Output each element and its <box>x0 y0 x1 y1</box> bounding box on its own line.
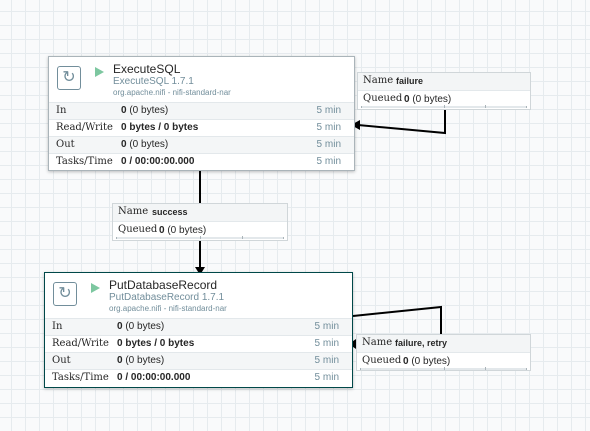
processor-type: PutDatabaseRecord 1.7.1 <box>109 292 225 303</box>
queued-count: 0 <box>159 225 165 236</box>
queued-detail: (0 bytes) <box>167 225 207 236</box>
stat-time: 5 min <box>314 355 339 366</box>
stat-time: 5 min <box>314 338 339 349</box>
stat-row-out: Out 0 (0 bytes) 5 min <box>45 352 352 369</box>
connection-queued-row: Queued 0 (0 bytes) <box>113 222 287 239</box>
connection-queued-label: Queued <box>118 224 158 235</box>
connection-queued-label: Queued <box>363 93 403 104</box>
stat-label: Out <box>56 139 75 150</box>
stat-row-in: In 0 (0 bytes) 5 min <box>45 318 352 335</box>
stat-label: Read/Write <box>52 338 109 349</box>
connection-name-label: Name <box>362 337 393 348</box>
stat-label: Out <box>52 355 71 366</box>
running-icon <box>91 283 100 293</box>
stat-row-tasks-time: Tasks/Time 0 / 00:00:00.000 5 min <box>45 369 352 386</box>
queue-bar <box>360 367 527 370</box>
connection-name: failure <box>396 76 424 86</box>
stat-row-tasks-time: Tasks/Time 0 / 00:00:00.000 5 min <box>49 153 354 170</box>
processor-name: PutDatabaseRecord <box>109 278 218 292</box>
stat-time: 5 min <box>316 156 341 167</box>
processor-header: ↻ PutDatabaseRecord PutDatabaseRecord 1.… <box>45 273 352 318</box>
queued-count: 0 <box>404 94 410 105</box>
running-icon <box>95 67 104 77</box>
stat-count: 0 <box>121 139 127 150</box>
processor-bundle: org.apache.nifi - nifi-standard-nar <box>113 88 231 97</box>
queued-detail: (0 bytes) <box>412 94 452 105</box>
connection-failure-retry[interactable]: Name failure, retry Queued 0 (0 bytes) <box>356 334 531 371</box>
connection-name-label: Name <box>363 75 394 86</box>
connection-name-row: Name failure, retry <box>357 335 530 353</box>
connection-name-row: Name failure <box>358 73 530 91</box>
stat-label: In <box>52 321 63 332</box>
processor-icon: ↻ <box>57 66 81 90</box>
stat-count: 0 <box>117 321 123 332</box>
processor-bundle: org.apache.nifi - nifi-standard-nar <box>109 304 227 313</box>
connection-queued-row: Queued 0 (0 bytes) <box>357 353 530 370</box>
stat-time: 5 min <box>314 372 339 383</box>
stat-row-in: In 0 (0 bytes) 5 min <box>49 102 354 119</box>
connection-name: failure, retry <box>395 338 448 348</box>
queued-count: 0 <box>403 356 409 367</box>
processor-name: ExecuteSQL <box>113 62 181 76</box>
processor-putdatabaserecord[interactable]: ↻ PutDatabaseRecord PutDatabaseRecord 1.… <box>44 272 353 388</box>
processor-type: ExecuteSQL 1.7.1 <box>113 76 194 87</box>
connection-name-row: Name success <box>113 204 287 222</box>
stat-detail: (0 bytes) <box>125 355 165 366</box>
processor-icon: ↻ <box>53 282 77 306</box>
stat-time: 5 min <box>316 122 341 133</box>
stat-row-read-write: Read/Write 0 bytes / 0 bytes 5 min <box>49 119 354 136</box>
stat-label: Tasks/Time <box>56 156 113 167</box>
connection-queued-label: Queued <box>362 355 402 366</box>
failure-connection-line <box>357 108 446 135</box>
connection-failure[interactable]: Name failure Queued 0 (0 bytes) <box>357 72 531 110</box>
stat-detail: (0 bytes) <box>129 105 169 116</box>
stat-count: 0 bytes / 0 bytes <box>121 122 199 133</box>
queued-detail: (0 bytes) <box>411 356 451 367</box>
stat-count: 0 <box>117 355 123 366</box>
stat-count: 0 bytes / 0 bytes <box>117 338 195 349</box>
stat-detail: (0 bytes) <box>129 139 169 150</box>
stat-count: 0 / 00:00:00.000 <box>117 372 191 383</box>
stat-label: In <box>56 105 67 116</box>
processor-header: ↻ ExecuteSQL ExecuteSQL 1.7.1 org.apache… <box>49 57 354 102</box>
connection-queued-row: Queued 0 (0 bytes) <box>358 91 530 108</box>
stat-detail: (0 bytes) <box>125 321 165 332</box>
stat-row-read-write: Read/Write 0 bytes / 0 bytes 5 min <box>45 335 352 352</box>
connection-name: success <box>152 207 188 217</box>
stat-row-out: Out 0 (0 bytes) 5 min <box>49 136 354 153</box>
stat-label: Read/Write <box>56 122 113 133</box>
connection-name-label: Name <box>118 206 149 217</box>
stat-label: Tasks/Time <box>52 372 109 383</box>
stat-time: 5 min <box>316 139 341 150</box>
stat-time: 5 min <box>316 105 341 116</box>
stat-time: 5 min <box>314 321 339 332</box>
failure-retry-connection-line <box>352 305 442 334</box>
queue-bar <box>361 105 527 108</box>
stat-count: 0 <box>121 105 127 116</box>
processor-executesql[interactable]: ↻ ExecuteSQL ExecuteSQL 1.7.1 org.apache… <box>48 56 355 171</box>
connection-success[interactable]: Name success Queued 0 (0 bytes) <box>112 203 288 241</box>
stat-count: 0 / 00:00:00.000 <box>121 156 195 167</box>
queue-bar <box>116 236 284 239</box>
